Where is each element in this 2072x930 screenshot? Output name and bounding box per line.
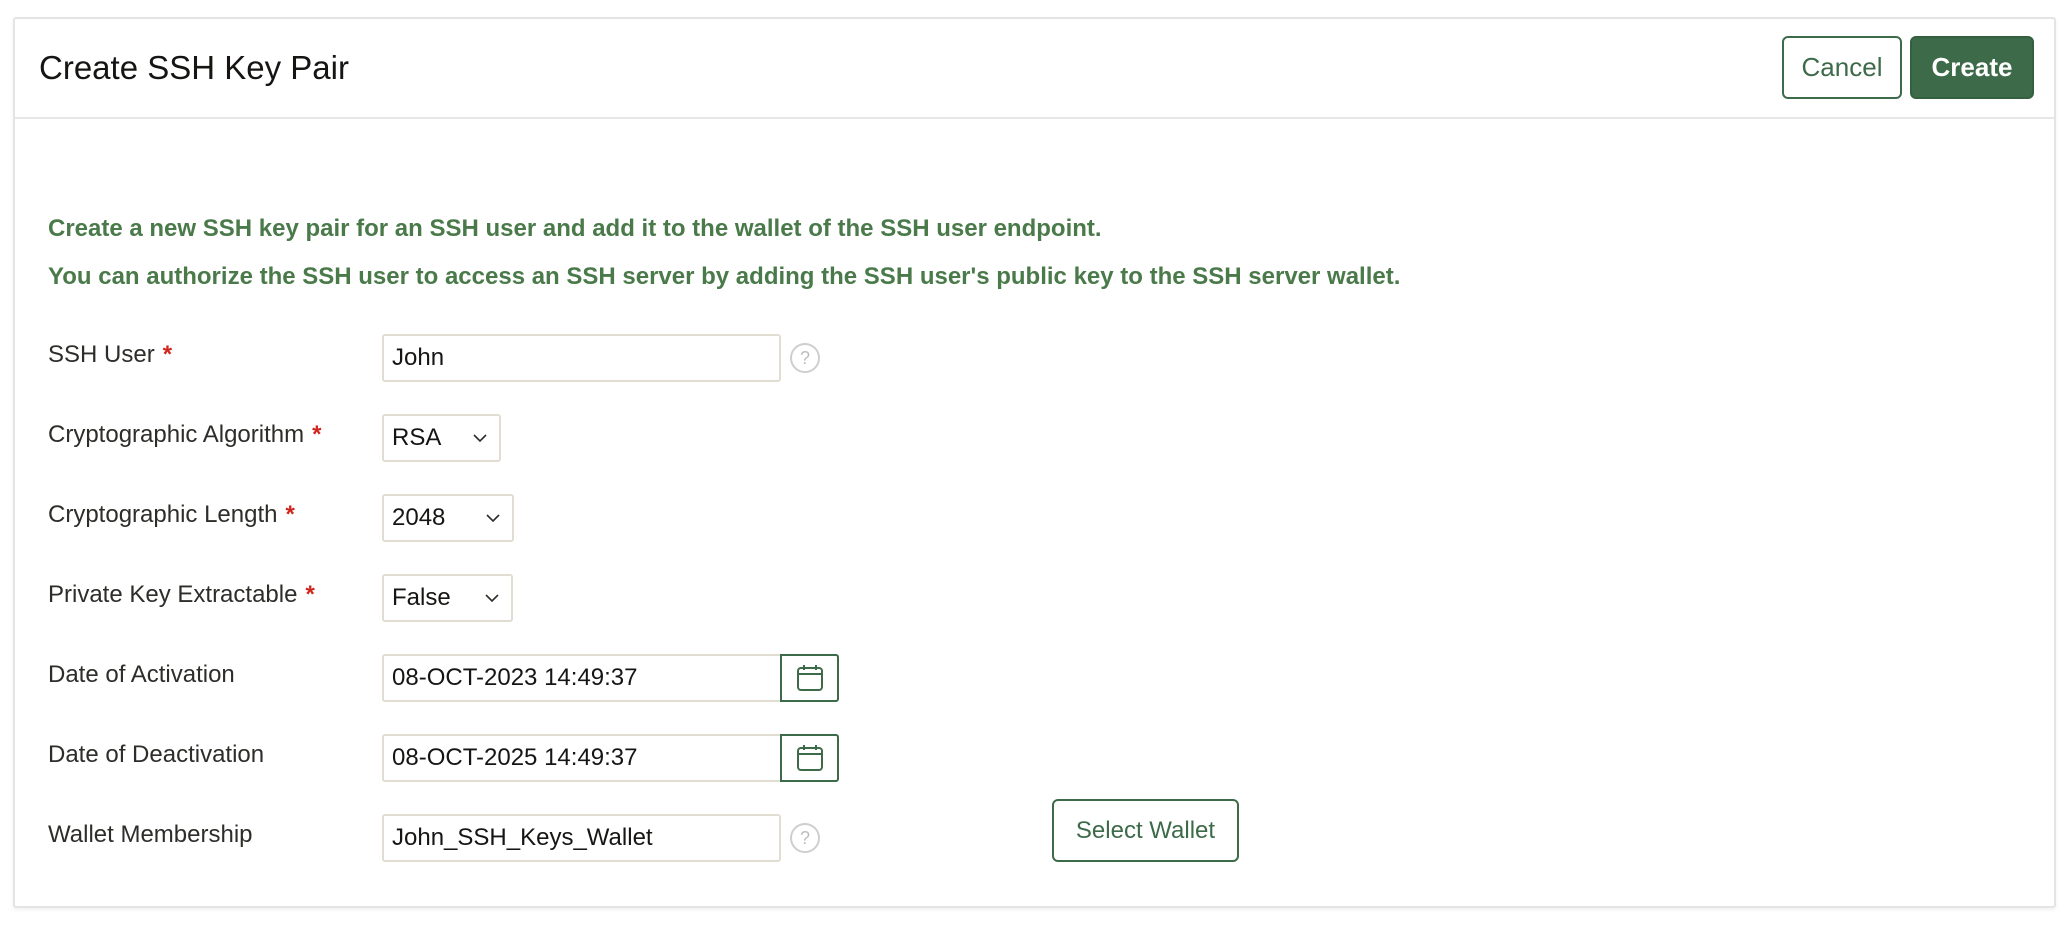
chevron-down-icon [473, 434, 487, 443]
chevron-down-icon [486, 514, 500, 523]
required-marker: * [285, 501, 295, 528]
extractable-label: Private Key Extractable * [48, 581, 315, 609]
wallet-label: Wallet Membership [48, 821, 253, 848]
cancel-button[interactable]: Cancel [1782, 36, 1902, 99]
deactivation-label: Date of Deactivation [48, 741, 265, 768]
required-marker: * [305, 581, 315, 608]
intro-text-line-1: Create a new SSH key pair for an SSH use… [48, 215, 1102, 242]
extractable-label-text: Private Key Extractable [48, 581, 298, 608]
calendar-icon [796, 665, 823, 691]
length-label-text: Cryptographic Length [48, 501, 278, 528]
ssh-user-label: SSH User * [48, 341, 172, 369]
create-button[interactable]: Create [1910, 36, 2034, 99]
required-marker: * [162, 341, 173, 368]
wallet-value: John_SSH_Keys_Wallet [392, 824, 653, 851]
panel-header: Create SSH Key Pair Cancel Create [15, 19, 2054, 119]
select-wallet-button[interactable]: Select Wallet [1052, 799, 1239, 862]
intro-text-line-2: You can authorize the SSH user to access… [48, 263, 1401, 290]
page-title: Create SSH Key Pair [39, 49, 349, 86]
extractable-select[interactable]: False [382, 574, 513, 622]
ssh-user-input[interactable]: John [382, 334, 781, 382]
deactivation-date-input[interactable]: 08-OCT-2025 14:49:37 [382, 734, 781, 782]
extractable-value: False [392, 584, 451, 611]
deactivation-date-value: 08-OCT-2025 14:49:37 [392, 744, 638, 771]
algorithm-value: RSA [392, 424, 442, 451]
ssh-user-label-text: SSH User [48, 341, 155, 368]
activation-calendar-button[interactable] [780, 654, 839, 702]
length-value: 2048 [392, 504, 446, 531]
algorithm-select[interactable]: RSA [382, 414, 501, 462]
length-label: Cryptographic Length * [48, 501, 295, 529]
algorithm-label: Cryptographic Algorithm * [48, 421, 321, 449]
algorithm-label-text: Cryptographic Algorithm [48, 421, 305, 448]
calendar-icon [796, 745, 823, 771]
create-ssh-key-pair-panel: Create SSH Key Pair Cancel Create Create… [13, 17, 2056, 908]
wallet-help-icon[interactable]: ? [790, 823, 820, 853]
ssh-user-help-icon[interactable]: ? [790, 343, 820, 373]
deactivation-calendar-button[interactable] [780, 734, 839, 782]
activation-label: Date of Activation [48, 661, 235, 688]
ssh-user-value: John [392, 344, 445, 371]
activation-date-value: 08-OCT-2023 14:49:37 [392, 664, 638, 691]
length-select[interactable]: 2048 [382, 494, 514, 542]
activation-date-input[interactable]: 08-OCT-2023 14:49:37 [382, 654, 781, 702]
wallet-input[interactable]: John_SSH_Keys_Wallet [382, 814, 781, 862]
required-marker: * [312, 421, 322, 448]
chevron-down-icon [485, 594, 499, 603]
